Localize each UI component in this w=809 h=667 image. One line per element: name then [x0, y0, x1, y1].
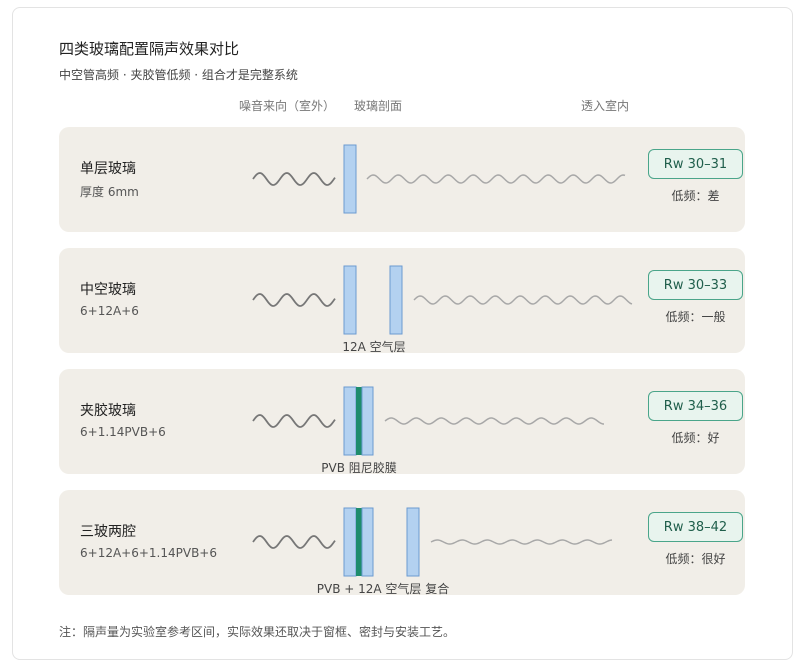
- incoming-noise-wave: [252, 293, 336, 307]
- glass-section-diagram: [252, 386, 605, 456]
- header-noise-source: 噪音来向（室外）: [239, 99, 336, 113]
- low-frequency-rating: 低频：很好: [665, 552, 726, 566]
- glass-pane: [361, 386, 374, 456]
- rw-badge: Rw 30–31: [648, 149, 743, 179]
- rw-badge: Rw 34–36: [648, 391, 743, 421]
- figure-subtitle: 中空管高频 · 夹胶管低频 · 组合才是完整系统: [59, 68, 298, 82]
- glass-pane: [343, 265, 357, 335]
- low-frequency-rating: 低频：一般: [665, 310, 726, 324]
- row-insulated-glass: 中空玻璃 6+12A+6 12A 空气层 Rw 30–33 低频：一般: [59, 248, 745, 354]
- transmitted-noise-wave: [430, 539, 613, 545]
- low-frequency-rating: 低频：好: [671, 431, 720, 445]
- incoming-noise-wave: [252, 172, 336, 186]
- rw-badge: Rw 30–33: [648, 270, 743, 300]
- glass-pane: [389, 265, 403, 335]
- glass-section-diagram: [252, 144, 626, 214]
- transmitted-noise-wave: [384, 417, 605, 425]
- figure-title: 四类玻璃配置隔声效果对比: [59, 40, 240, 58]
- incoming-noise-wave: [252, 414, 336, 428]
- glass-pane: [361, 507, 374, 577]
- glass-pane: [343, 144, 357, 214]
- incoming-noise-wave: [252, 535, 336, 549]
- row-laminated-glass: 夹胶玻璃 6+1.14PVB+6 PVB 阻尼胶膜 Rw 34–36 低频：好: [59, 369, 745, 475]
- glass-pane: [406, 507, 420, 577]
- transmitted-noise-wave: [413, 295, 633, 305]
- transmitted-noise-wave: [366, 174, 626, 184]
- glass-pane: [343, 386, 357, 456]
- header-glass-section: 玻璃剖面: [354, 99, 403, 113]
- footnote: 注：隔声量为实验室参考区间，实际效果还取决于窗框、密封与安装工艺。: [59, 625, 456, 639]
- row-single-glass: 单层玻璃 厚度 6mm Rw 30–31 低频：差: [59, 127, 745, 232]
- glass-pane: [343, 507, 357, 577]
- row-triple-glass: 三玻两腔 6+12A+6+1.14PVB+6 PVB + 12A 空气层 复合 …: [59, 490, 745, 596]
- pvb-label: PVB 阻尼胶膜: [321, 461, 397, 475]
- air-gap-label: 12A 空气层: [342, 340, 406, 354]
- rw-badge: Rw 38–42: [648, 512, 743, 542]
- pvb-interlayer: [356, 387, 362, 455]
- low-frequency-rating: 低频：差: [671, 189, 720, 203]
- header-indoor: 透入室内: [581, 99, 630, 113]
- composite-label: PVB + 12A 空气层 复合: [316, 582, 450, 596]
- pvb-interlayer: [356, 508, 362, 576]
